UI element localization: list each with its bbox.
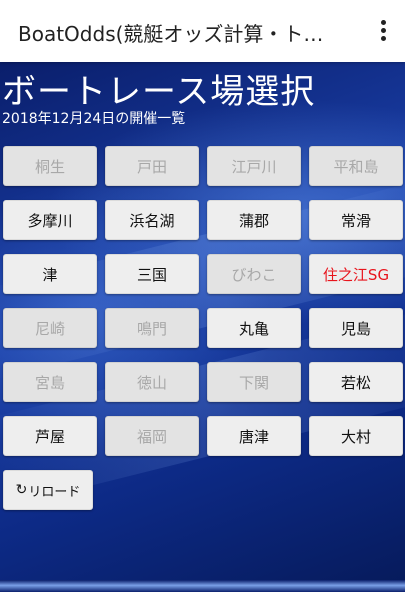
venue-button[interactable]: 住之江SG (309, 254, 403, 294)
venue-button: 福岡 (105, 416, 199, 456)
reload-icon: ↻ (15, 482, 28, 498)
app-title: BoatOdds(競艇オッズ計算・ト… (18, 22, 324, 46)
venue-button: 尼崎 (3, 308, 97, 348)
venue-button: 徳山 (105, 362, 199, 402)
venue-button[interactable]: 大村 (309, 416, 403, 456)
more-vert-icon[interactable] (381, 20, 387, 42)
venue-button: 鳴門 (105, 308, 199, 348)
venue-button: 宮島 (3, 362, 97, 402)
bottom-decoration (0, 580, 405, 592)
reload-label: リロード (28, 484, 81, 500)
venue-button[interactable]: 児島 (309, 308, 403, 348)
venue-button: びわこ (207, 254, 301, 294)
venue-button[interactable]: 浜名湖 (105, 200, 199, 240)
venue-button: 江戸川 (207, 146, 301, 186)
page-title: ボートレース場選択 (2, 72, 316, 112)
app-bar: BoatOdds(競艇オッズ計算・ト… (0, 0, 405, 62)
venue-button[interactable]: 多摩川 (3, 200, 97, 240)
venue-button: 平和島 (309, 146, 403, 186)
venue-button[interactable]: 芦屋 (3, 416, 97, 456)
venue-button[interactable]: 丸亀 (207, 308, 301, 348)
venue-button[interactable]: 若松 (309, 362, 403, 402)
venue-button[interactable]: 三国 (105, 254, 199, 294)
main-content: ボートレース場選択 2018年12月24日の開催一覧 桐生 戸田 江戸川 平和島多摩川… (0, 62, 405, 592)
venue-button: 桐生 (3, 146, 97, 186)
venue-grid: 桐生 戸田 江戸川 平和島多摩川 浜名湖 蒲郡 常滑津三国 びわこ 住之江SG 尼崎 鳴門 丸亀 児島宮… (3, 146, 403, 456)
venue-button[interactable]: 常滑 (309, 200, 403, 240)
venue-button: 戸田 (105, 146, 199, 186)
venue-button: 下関 (207, 362, 301, 402)
date-subtitle: 2018年12月24日の開催一覧 (2, 111, 186, 127)
venue-button[interactable]: 唐津 (207, 416, 301, 456)
venue-button[interactable]: 蒲郡 (207, 200, 301, 240)
venue-button[interactable]: 津 (3, 254, 97, 294)
reload-button[interactable]: ↻ リロード (3, 470, 93, 510)
